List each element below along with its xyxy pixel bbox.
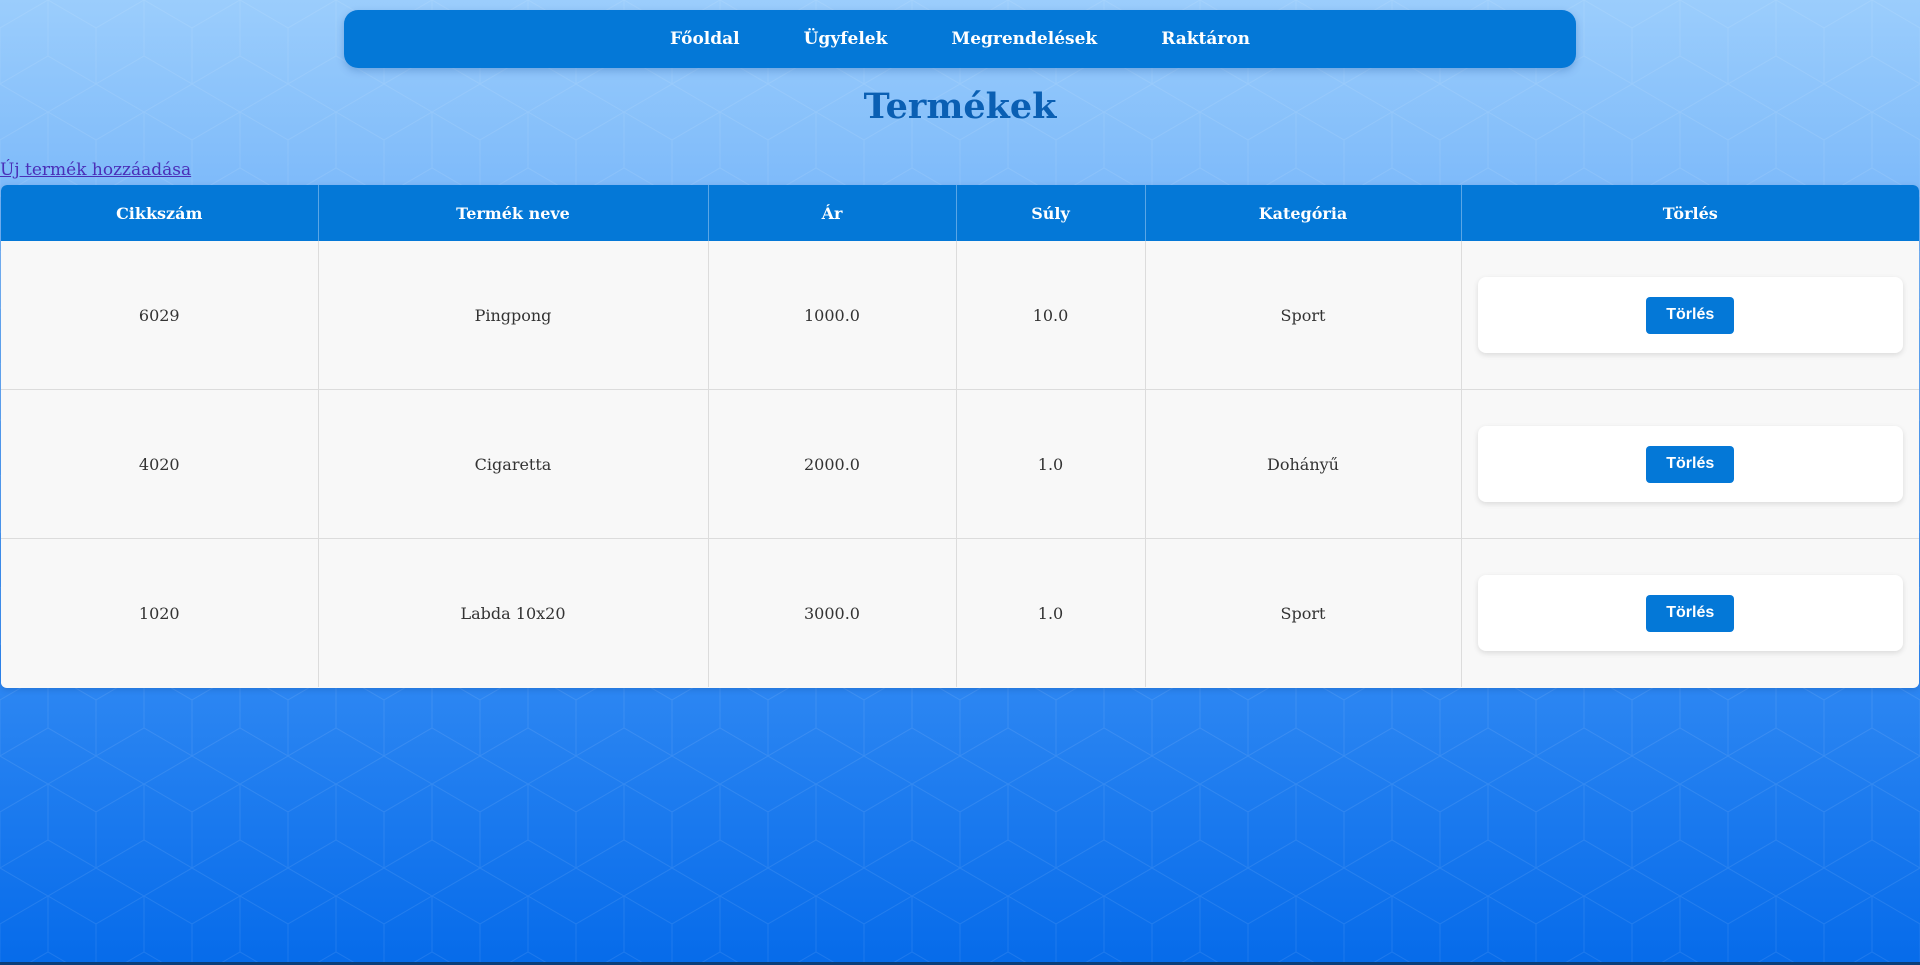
column-header-price: Ár xyxy=(708,185,957,241)
column-header-weight: Súly xyxy=(956,185,1146,241)
column-header-delete: Törlés xyxy=(1461,185,1919,241)
table-row: 4020 Cigaretta 2000.0 1.0 Dohányű Törlés xyxy=(1,389,1919,539)
cell-delete: Törlés xyxy=(1461,241,1919,390)
main-navigation: Főoldal Ügyfelek Megrendelések Raktáron xyxy=(344,10,1576,68)
cell-sku: 6029 xyxy=(1,241,319,390)
cell-price: 1000.0 xyxy=(708,241,957,390)
table-header-row: Cikkszám Termék neve Ár Súly Kategória T… xyxy=(1,185,1919,241)
page-title: Termékek xyxy=(863,86,1057,127)
nav-link-in-stock[interactable]: Raktáron xyxy=(1161,29,1250,49)
column-header-product-name: Termék neve xyxy=(318,185,709,241)
cell-product-name: Labda 10x20 xyxy=(318,538,709,687)
cell-category: Dohányű xyxy=(1145,389,1462,539)
nav-link-customers[interactable]: Ügyfelek xyxy=(804,29,888,49)
delete-button[interactable]: Törlés xyxy=(1646,445,1735,483)
cell-product-name: Pingpong xyxy=(318,241,709,390)
cell-delete: Törlés xyxy=(1461,538,1919,687)
nav-link-orders[interactable]: Megrendelések xyxy=(951,29,1097,49)
column-header-sku: Cikkszám xyxy=(1,185,319,241)
cell-price: 2000.0 xyxy=(708,389,957,539)
add-product-link[interactable]: Új termék hozzáadása xyxy=(0,160,191,180)
cell-price: 3000.0 xyxy=(708,538,957,687)
column-header-category: Kategória xyxy=(1145,185,1462,241)
delete-form-card: Törlés xyxy=(1477,575,1903,651)
products-table-container: Cikkszám Termék neve Ár Súly Kategória T… xyxy=(1,185,1919,688)
cell-category: Sport xyxy=(1145,241,1462,390)
cell-delete: Törlés xyxy=(1461,389,1919,539)
delete-button[interactable]: Törlés xyxy=(1646,296,1735,334)
cell-weight: 1.0 xyxy=(956,389,1146,539)
cell-weight: 10.0 xyxy=(956,241,1146,390)
table-row: 1020 Labda 10x20 3000.0 1.0 Sport Törlés xyxy=(1,538,1919,687)
cell-sku: 4020 xyxy=(1,389,319,539)
cell-weight: 1.0 xyxy=(956,538,1146,687)
cell-product-name: Cigaretta xyxy=(318,389,709,539)
delete-button[interactable]: Törlés xyxy=(1646,594,1735,632)
products-table: Cikkszám Termék neve Ár Súly Kategória T… xyxy=(1,185,1919,687)
cell-sku: 1020 xyxy=(1,538,319,687)
cell-category: Sport xyxy=(1145,538,1462,687)
nav-link-home[interactable]: Főoldal xyxy=(670,29,740,49)
delete-form-card: Törlés xyxy=(1477,277,1903,353)
table-row: 6029 Pingpong 1000.0 10.0 Sport Törlés xyxy=(1,241,1919,390)
delete-form-card: Törlés xyxy=(1477,426,1903,502)
